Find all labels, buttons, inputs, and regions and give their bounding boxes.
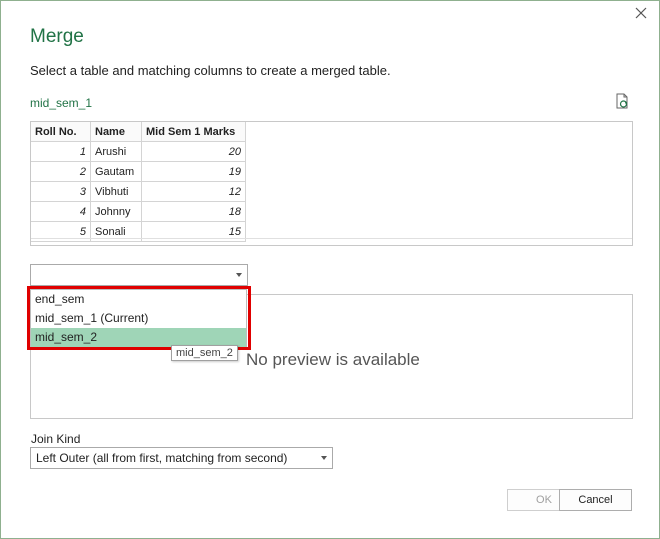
join-kind-value: Left Outer (all from first, matching fro…: [36, 451, 288, 465]
scroll-divider: [31, 238, 632, 239]
dialog-title: Merge: [30, 26, 84, 47]
annotation-highlight-box: [27, 286, 251, 350]
column-header[interactable]: Name: [90, 122, 142, 142]
join-kind-select[interactable]: Left Outer (all from first, matching fro…: [30, 447, 333, 469]
second-table-select[interactable]: [30, 264, 248, 286]
option-tooltip: mid_sem_2: [171, 345, 238, 361]
column-header[interactable]: Roll No.: [31, 122, 91, 142]
no-preview-message: No preview is available: [246, 350, 420, 369]
column-header[interactable]: Mid Sem 1 Marks: [141, 122, 246, 142]
table-cell: Vibhuti: [90, 181, 142, 202]
table-cell: Johnny: [90, 201, 142, 222]
table-cell: Arushi: [90, 141, 142, 162]
table-row: 2 Gautam 19: [31, 161, 246, 182]
first-table-preview: Roll No. Name Mid Sem 1 Marks 1 Arushi 2…: [30, 121, 633, 246]
cancel-button[interactable]: Cancel: [559, 489, 632, 511]
refresh-icon[interactable]: [614, 93, 630, 109]
table-row: 3 Vibhuti 12: [31, 181, 246, 202]
table-cell: Gautam: [90, 161, 142, 182]
table-row: 1 Arushi 20: [31, 141, 246, 162]
table-cell: 2: [31, 161, 91, 182]
merge-dialog: Merge Select a table and matching column…: [0, 0, 660, 539]
join-kind-label: Join Kind: [31, 432, 81, 446]
chevron-down-icon: [236, 273, 242, 277]
table-cell: 1: [31, 141, 91, 162]
table-cell: 12: [141, 181, 246, 202]
table-cell: 4: [31, 201, 91, 222]
table-cell: 18: [141, 201, 246, 222]
chevron-down-icon: [321, 456, 327, 460]
first-table-name: mid_sem_1: [30, 96, 93, 110]
table-cell: 20: [141, 141, 246, 162]
table-cell: 3: [31, 181, 91, 202]
table-header-row: Roll No. Name Mid Sem 1 Marks: [31, 122, 246, 142]
table-row: 4 Johnny 18: [31, 201, 246, 222]
table-cell: 19: [141, 161, 246, 182]
close-icon[interactable]: [633, 5, 649, 21]
dialog-subtitle: Select a table and matching columns to c…: [30, 63, 391, 78]
first-table-grid: Roll No. Name Mid Sem 1 Marks 1 Arushi 2…: [31, 122, 246, 242]
